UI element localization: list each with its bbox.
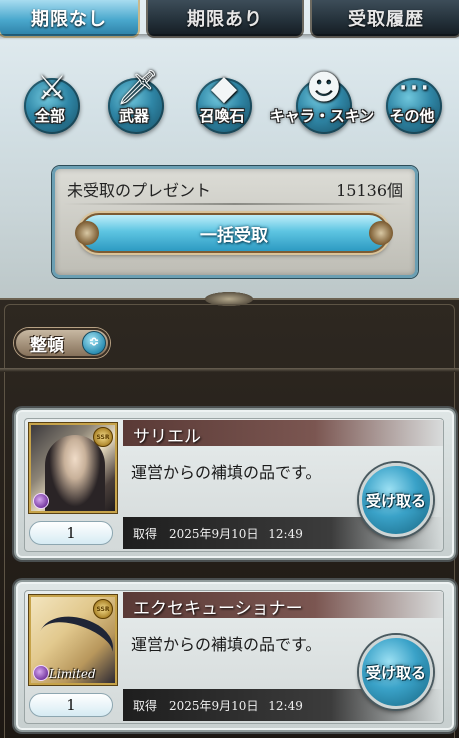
bulk-receive-label: 一括受取 xyxy=(200,225,268,246)
present-item-card: SSR Limited エクセキューショナー 運営からの補填の品です。 1 取得… xyxy=(24,590,444,724)
character-portrait xyxy=(45,435,105,511)
tab-history[interactable]: 受取履歴 xyxy=(310,0,459,38)
item-received-date: 取得 2025年9月10日 12:49 xyxy=(133,527,303,541)
summary-divider xyxy=(63,203,407,205)
ssr-rarity-icon: SSR xyxy=(93,599,113,619)
present-item-card: SSR サリエル 運営からの補填の品です。 1 取得 2025年9月10日 12… xyxy=(24,418,444,552)
item-quantity: 1 xyxy=(29,521,113,545)
ssr-rarity-icon: SSR xyxy=(93,427,113,447)
item-received-date: 取得 2025年9月10日 12:49 xyxy=(133,699,303,713)
tab-no-deadline[interactable]: 期限なし xyxy=(0,0,140,38)
present-list-panel: 整頓 ≎ SSR サリエル 運営からの補填の品です。 1 取得 2025年9月1… xyxy=(0,292,459,738)
item-name: エクセキューショナー xyxy=(133,599,303,619)
item-description: 運営からの補填の品です。 xyxy=(131,463,322,482)
category-character-label: キャラ・スキン xyxy=(269,107,375,125)
item-quantity: 1 xyxy=(29,693,113,717)
bulk-button-right-cap xyxy=(369,221,393,245)
category-filter-row: ⚔ 全部 🗡 武器 ◆ 召喚石 ☻ キャラ・スキン ··· その他 xyxy=(0,64,459,144)
item-description: 運営からの補填の品です。 xyxy=(131,635,322,654)
tab-bar: 期限なし 期限あり 受取履歴 xyxy=(0,0,459,40)
dark-element-icon xyxy=(33,665,49,681)
weapon-thumbnail[interactable]: SSR Limited xyxy=(29,595,117,685)
present-item: SSR サリエル 運営からの補填の品です。 1 取得 2025年9月10日 12… xyxy=(14,408,456,560)
tab-with-deadline[interactable]: 期限あり xyxy=(146,0,304,38)
category-all-label: 全部 xyxy=(34,107,65,125)
sort-toggle-icon: ≎ xyxy=(82,331,106,355)
bulk-receive-button[interactable]: 一括受取 xyxy=(75,213,393,253)
unreceived-count: 15136個 xyxy=(336,181,403,200)
item-name: サリエル xyxy=(133,427,201,447)
bulk-button-left-cap xyxy=(75,221,99,245)
category-character-button[interactable]: ☻ キャラ・スキン xyxy=(270,64,374,136)
category-all-button[interactable]: ⚔ 全部 xyxy=(14,64,86,136)
tab-shadow xyxy=(0,34,459,40)
list-divider xyxy=(0,368,459,372)
character-thumbnail[interactable]: SSR xyxy=(29,423,117,513)
limited-tag: Limited xyxy=(49,667,96,681)
unreceived-label: 未受取のプレゼント xyxy=(67,181,212,200)
present-item: SSR Limited エクセキューショナー 運営からの補填の品です。 1 取得… xyxy=(14,580,456,732)
category-weapon-button[interactable]: 🗡 武器 xyxy=(98,64,170,136)
sort-button[interactable]: 整頓 ≎ xyxy=(14,328,110,358)
top-area: 期限なし 期限あり 受取履歴 ⚔ 全部 🗡 武器 ◆ 召喚石 ☻ キャラ・スキン… xyxy=(0,0,459,300)
category-summon-button[interactable]: ◆ 召喚石 xyxy=(186,64,258,136)
category-other-label: その他 xyxy=(389,107,435,125)
category-weapon-label: 武器 xyxy=(118,107,149,125)
category-summon-label: 召喚石 xyxy=(199,107,245,125)
dark-element-icon xyxy=(33,493,49,509)
sort-label: 整頓 xyxy=(30,335,64,356)
unreceived-summary-box: 未受取のプレゼント 15136個 一括受取 xyxy=(52,166,418,278)
category-other-button[interactable]: ··· その他 xyxy=(376,64,448,136)
receive-button[interactable]: 受け取る xyxy=(359,463,433,537)
receive-button[interactable]: 受け取る xyxy=(359,635,433,709)
